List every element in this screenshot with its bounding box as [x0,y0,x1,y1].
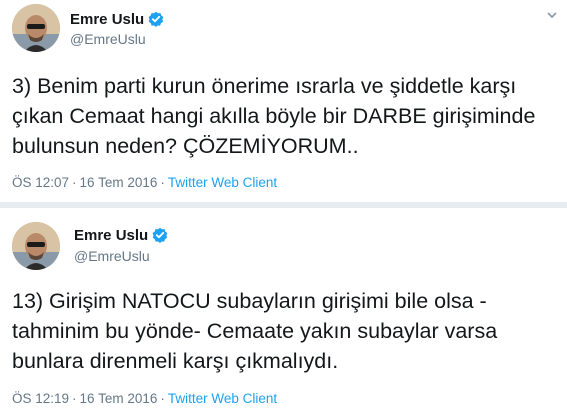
tweet-meta: ÖS 12:07 · 16 Tem 2016 · Twitter Web Client [12,175,278,190]
author-name[interactable]: Emre Uslu [74,227,168,247]
tweet-meta: ÖS 12:19 · 16 Tem 2016 · Twitter Web Client [12,391,278,406]
tweet-card: Emre Uslu @EmreUslu 13) Girişim NATOCU s… [0,210,567,413]
tweet-client-link[interactable]: Twitter Web Client [168,391,277,406]
avatar[interactable] [12,4,60,52]
tweet-timestamp[interactable]: ÖS 12:07 · 16 Tem 2016 [12,175,157,190]
author-handle[interactable]: @EmreUslu [74,248,150,264]
avatar[interactable] [12,222,60,270]
verified-badge-icon [152,227,168,247]
tweet-text: 13) Girişim NATOCU subayların girişimi b… [12,289,498,373]
tweet-client-link[interactable]: Twitter Web Client [168,175,277,190]
tweet-text: 3) Benim parti kurun önerime ısrarla ve … [12,74,536,158]
tweet-card: Emre Uslu @EmreUslu 3) Benim parti kurun… [0,0,567,200]
author-handle[interactable]: @EmreUslu [70,31,146,47]
tweet-divider [0,202,567,208]
tweet-timestamp[interactable]: ÖS 12:19 · 16 Tem 2016 [12,391,157,406]
author-name[interactable]: Emre Uslu [70,11,164,31]
chevron-down-icon[interactable] [546,8,558,24]
verified-badge-icon [148,11,164,31]
